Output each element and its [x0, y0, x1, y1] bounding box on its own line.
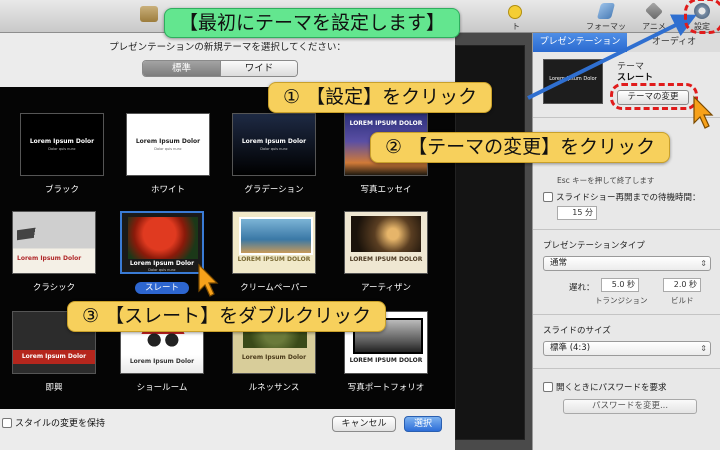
tutorial-step-1: ① 【設定】をクリック	[268, 82, 493, 113]
esc-hint: Esc キーを押して終了します	[557, 176, 655, 185]
thumb-subtitle: Dolor quis nunc	[48, 147, 76, 151]
transition-delay-stepper[interactable]: 5.0 秒	[601, 278, 639, 292]
divider	[533, 117, 720, 118]
checkbox-box[interactable]	[2, 417, 12, 428]
theme-label: ブラック	[44, 185, 79, 195]
require-password-checkbox[interactable]: 開くときにパスワードを要求	[543, 381, 667, 393]
toolbar-left-icon[interactable]	[140, 6, 158, 22]
thumb-title: Lorem Ipsum Dolor	[129, 260, 195, 267]
theme-thumbnail: Lorem Ipsum Dolor Dolor quis nunc	[20, 113, 104, 176]
theme-thumbnail: Lorem Ipsum Dolor Dolor quis nunc	[232, 113, 316, 176]
divider	[533, 229, 720, 230]
keep-style-label: スタイルの変更を保持	[15, 419, 106, 429]
theme-label: クリームペーパー	[240, 283, 308, 293]
build-label: ビルド	[671, 296, 694, 305]
choose-button[interactable]: 選択	[404, 416, 442, 432]
transition-label: トランジション	[595, 296, 648, 305]
tab-audio[interactable]: オーディオ	[627, 33, 720, 52]
ratio-wide-button[interactable]: ワイド	[220, 61, 297, 76]
theme-label: スレート	[112, 281, 212, 294]
theme-preview-title: Lorem Ipsum Dolor	[549, 76, 597, 82]
thumb-title: Lorem Ipsum Dolor	[241, 354, 307, 361]
wait-time-stepper[interactable]: 15 分	[557, 206, 597, 220]
toolbar-partial-label: ト	[512, 22, 520, 31]
thumb-title: Lorem Ipsum Dolor	[21, 353, 87, 360]
theme-label: ホワイト	[150, 185, 185, 195]
thumb-title: LOREM IPSUM DOLOR	[349, 256, 423, 263]
tutorial-banner: 【最初にテーマを設定します】	[164, 8, 461, 38]
theme-label: グラデーション	[244, 185, 304, 195]
ratio-standard-button[interactable]: 標準	[143, 61, 220, 76]
theme-caption-label: テーマ	[617, 62, 645, 72]
theme-label: 即興	[45, 383, 63, 393]
current-theme-preview: Lorem Ipsum Dolor	[543, 59, 603, 104]
divider	[533, 368, 720, 369]
thumb-title: Lorem Ipsum Dolor	[29, 138, 95, 145]
tutorial-step-3: ③ 【スレート】をダブルクリック	[67, 301, 387, 332]
dialog-title: プレゼンテーションの新規テーマを選択してください：	[109, 42, 346, 53]
theme-thumbnail: Lorem Ipsum Dolor Dolor quis nunc	[120, 211, 204, 274]
theme-label: アーティザン	[361, 283, 411, 293]
format-icon	[596, 3, 616, 19]
change-theme-highlight-ring	[610, 83, 698, 110]
slideshow-restart-checkbox[interactable]: スライドショー再開までの待機時間：	[543, 191, 701, 203]
presentation-type-dropdown[interactable]: 通常	[543, 256, 711, 271]
toolbar-animation-label: アニメ	[642, 22, 666, 31]
animation-icon	[644, 1, 664, 21]
aspect-ratio-segmented-control: 標準 ワイド	[142, 60, 298, 77]
slideshow-restart-label: スライドショー再開までの待機時間：	[556, 193, 701, 203]
require-password-label: 開くときにパスワードを要求	[556, 383, 667, 393]
build-delay-stepper[interactable]: 2.0 秒	[663, 278, 701, 292]
theme-thumbnail: LOREM IPSUM DOLOR	[232, 211, 316, 274]
theme-label: ルネッサンス	[248, 383, 300, 393]
divider	[533, 314, 720, 315]
keep-style-checkbox[interactable]: スタイルの変更を保持	[2, 416, 105, 429]
thumb-title: LOREM IPSUM DOLOR	[349, 120, 423, 127]
thumb-title: Lorem Ipsum Dolor	[135, 138, 201, 145]
theme-thumbnail: Lorem Ipsum Dolor Dolor quis nunc	[126, 113, 210, 176]
thumb-subtitle: Dolor quis nunc	[148, 268, 176, 272]
change-password-button[interactable]: パスワードを変更...	[563, 399, 697, 414]
toolbar-partial-icon[interactable]	[508, 5, 522, 19]
thumb-subtitle: Dolor quis nunc	[154, 147, 182, 151]
theme-label: ショールーム	[136, 383, 188, 393]
thumb-title: Lorem Ipsum Dolor	[17, 255, 82, 262]
theme-caption: テーマ スレート	[617, 62, 653, 84]
thumb-title: Lorem Ipsum Dolor	[241, 138, 307, 145]
thumb-title: LOREM IPSUM DOLOR	[237, 256, 311, 263]
slide-size-dropdown[interactable]: 標準 (4:3)	[543, 341, 711, 356]
checkbox-box[interactable]	[543, 192, 553, 202]
setup-highlight-ring	[684, 0, 720, 34]
tab-presentation[interactable]: プレゼンテーション	[533, 33, 627, 52]
cancel-button[interactable]: キャンセル	[332, 416, 396, 432]
theme-thumbnail: LOREM IPSUM DOLOR	[344, 211, 428, 274]
theme-label: 写真ポートフォリオ	[347, 383, 425, 393]
checkbox-box[interactable]	[543, 382, 553, 392]
theme-label: 写真エッセイ	[360, 185, 412, 195]
inspector-tabs: プレゼンテーション オーディオ	[533, 33, 720, 52]
thumb-title: Lorem Ipsum Dolor	[129, 358, 195, 365]
tutorial-step-2: ② 【テーマの変更】をクリック	[370, 132, 671, 163]
presentation-type-heading: プレゼンテーションタイプ	[543, 241, 645, 251]
theme-label: クラシック	[32, 283, 76, 293]
toolbar-animation-button[interactable]: アニメ	[634, 1, 674, 32]
thumb-subtitle: Dolor quis nunc	[260, 147, 288, 151]
delay-label: 遅れ：	[569, 283, 595, 293]
theme-thumbnail: Lorem Ipsum Dolor	[12, 211, 96, 274]
slide-size-heading: スライドのサイズ	[543, 326, 611, 336]
thumb-title: LOREM IPSUM DOLOR	[349, 357, 423, 364]
